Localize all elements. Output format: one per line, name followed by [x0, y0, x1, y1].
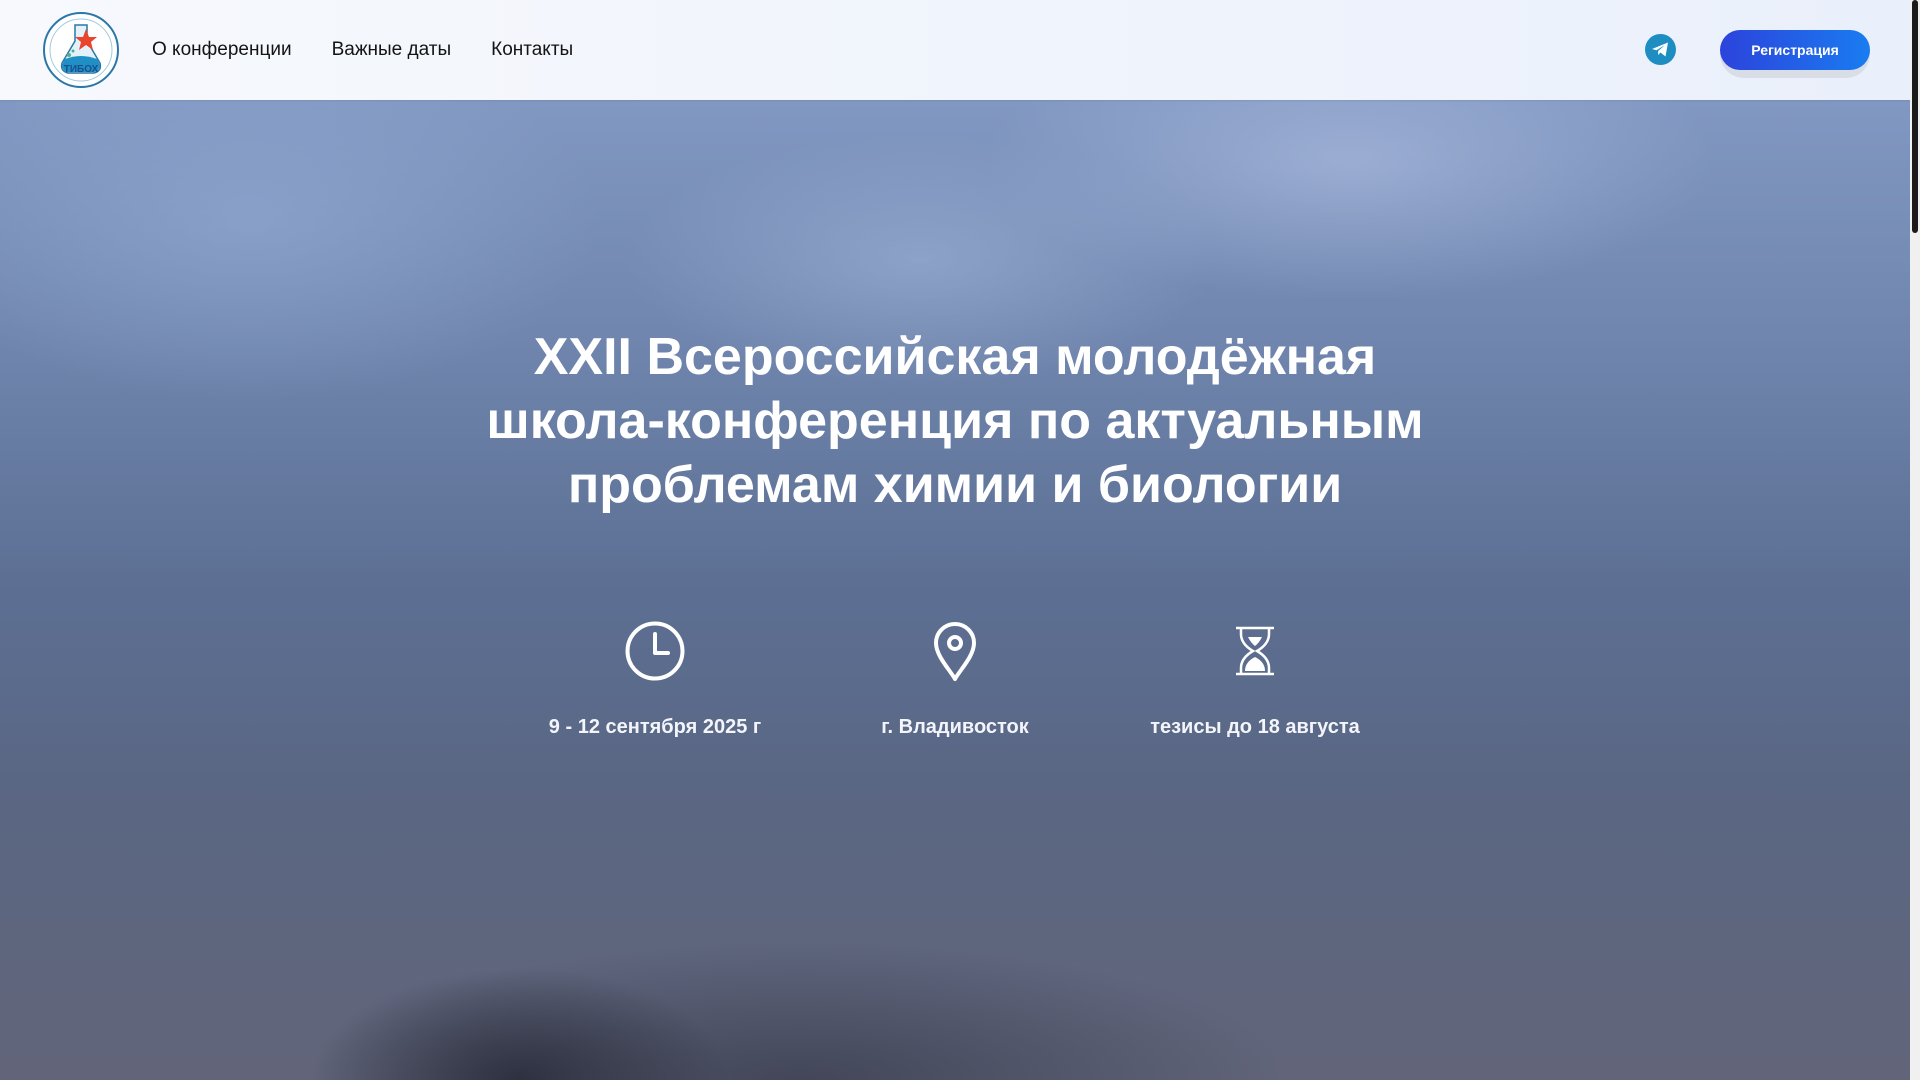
title-line: школа-конференция по актуальным	[486, 392, 1424, 450]
main-nav: О конференции Важные даты Контакты	[152, 0, 613, 100]
clock-icon	[625, 621, 685, 681]
fact-location: г. Владивосток	[825, 620, 1085, 739]
tiboh-logo[interactable]: ТИБОХ	[42, 11, 120, 89]
page-title: XXII Всероссийская молодёжная школа-конф…	[455, 325, 1455, 517]
nav-link-about[interactable]: О конференции	[152, 39, 292, 61]
telegram-icon[interactable]	[1645, 34, 1676, 65]
map-pin-icon	[934, 622, 976, 681]
title-line: XXII Всероссийская молодёжная	[533, 328, 1377, 386]
register-button[interactable]: Регистрация	[1720, 30, 1870, 70]
site-header: ТИБОХ О конференции Важные даты Контакты…	[0, 0, 1910, 100]
hero-background	[0, 100, 1910, 1080]
fact-deadline: тезисы до 18 августа	[1125, 620, 1385, 739]
fact-dates-label: 9 - 12 сентября 2025 г	[548, 716, 762, 738]
scrollbar-thumb[interactable]	[1912, 0, 1918, 233]
nav-link-contacts[interactable]: Контакты	[491, 39, 573, 61]
svg-text:ТИБОХ: ТИБОХ	[64, 64, 99, 75]
fact-location-label: г. Владивосток	[881, 716, 1029, 738]
fact-dates: 9 - 12 сентября 2025 г	[525, 620, 785, 739]
nav-link-dates[interactable]: Важные даты	[332, 39, 452, 61]
title-line: проблемам химии и биологии	[567, 456, 1343, 514]
hourglass-icon	[1236, 626, 1274, 676]
fact-deadline-label: тезисы до 18 августа	[1150, 716, 1360, 738]
